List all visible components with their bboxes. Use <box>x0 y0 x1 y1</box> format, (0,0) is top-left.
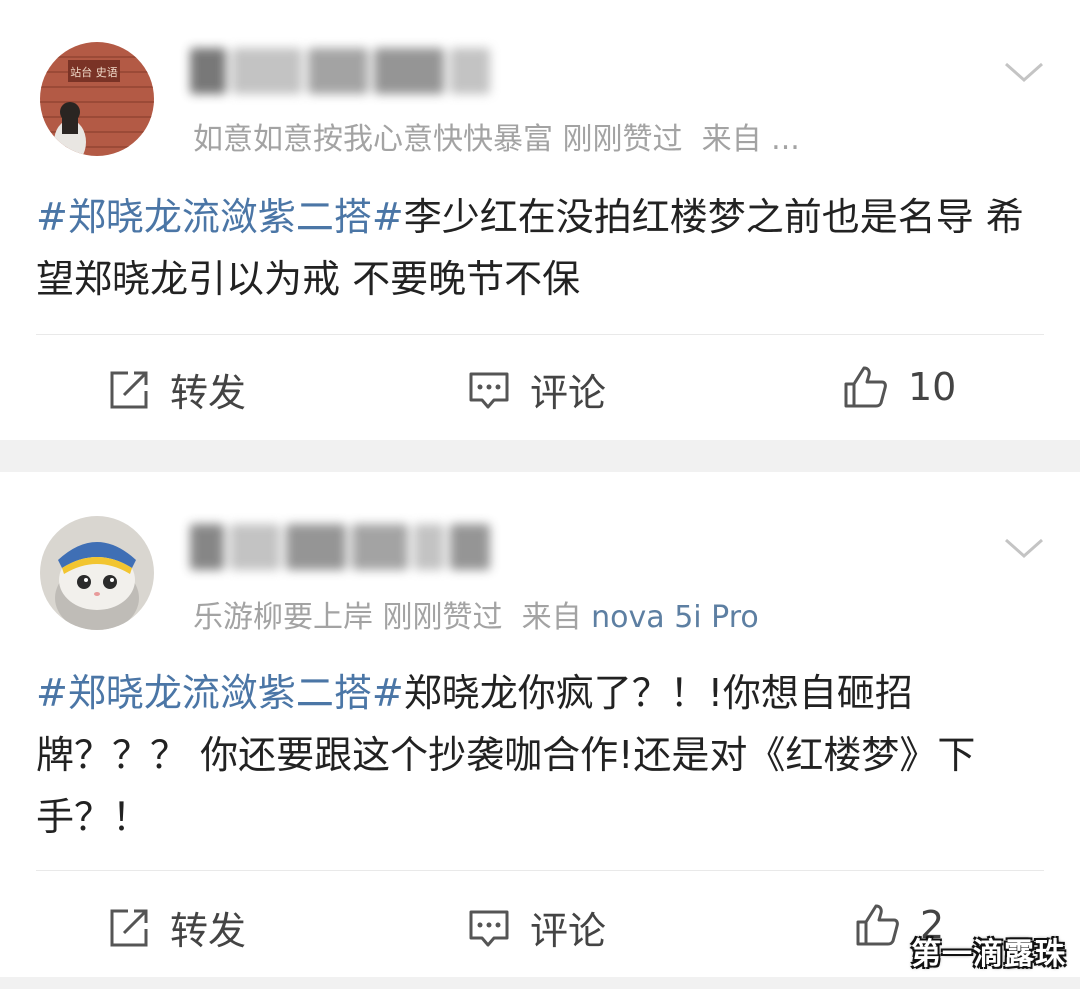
avatar[interactable]: 站台 史语 <box>40 42 154 156</box>
chevron-down-icon[interactable] <box>1002 534 1046 562</box>
thumbs-up-icon <box>844 366 887 408</box>
comment-icon <box>469 910 509 946</box>
meta-source: 来自 ... <box>701 122 800 157</box>
repost-label: 转发 <box>170 909 247 953</box>
comment-label: 评论 <box>530 909 607 953</box>
meta-username: 乐游柳要上岸 <box>193 600 373 635</box>
repost-button[interactable]: 转发 <box>106 362 246 417</box>
meta-source-device[interactable]: nova 5i Pro <box>591 600 759 635</box>
repost-icon <box>110 909 148 946</box>
thumbs-up-icon <box>856 904 899 946</box>
like-button[interactable]: 10 <box>840 362 956 412</box>
watermark: 第一滴露珠 <box>911 937 1066 972</box>
username-redacted[interactable] <box>190 48 496 94</box>
like-count: 10 <box>908 365 957 409</box>
username-redacted[interactable] <box>190 524 496 570</box>
post-meta: 如意如意按我心意快快暴富 刚刚赞过 来自 ... <box>193 114 800 158</box>
svg-text:站台 史语: 站台 史语 <box>70 65 118 79</box>
post-card: 乐游柳要上岸 刚刚赞过 来自 nova 5i Pro #郑晓龙流潋紫二搭#郑晓龙… <box>0 472 1080 977</box>
meta-username: 如意如意按我心意快快暴富 <box>193 122 553 157</box>
repost-icon <box>110 371 148 408</box>
avatar[interactable] <box>40 516 154 630</box>
topic-link[interactable]: #郑晓龙流潋紫二搭# <box>36 671 404 715</box>
post-body: #郑晓龙流潋紫二搭#李少红在没拍红楼梦之前也是名导 希望郑晓龙引以为戒 不要晚节… <box>36 186 1046 310</box>
meta-status: 刚刚赞过 <box>562 122 683 157</box>
comment-icon <box>469 372 509 408</box>
post-body: #郑晓龙流潋紫二搭#郑晓龙你疯了？！!你想自砸招牌？？？ 你还要跟这个抄袭咖合作… <box>36 662 1046 848</box>
comment-button[interactable]: 评论 <box>466 362 606 417</box>
post-card: 站台 史语 如意如意按我心意快快暴富 刚刚赞过 来自 ... #郑晓龙流潋紫二搭… <box>0 0 1080 440</box>
meta-status: 刚刚赞过 <box>382 600 503 635</box>
topic-link[interactable]: #郑晓龙流潋紫二搭# <box>36 195 404 239</box>
meta-source-label: 来自 <box>521 600 582 635</box>
repost-label: 转发 <box>170 371 247 415</box>
divider <box>36 334 1044 335</box>
chevron-down-icon[interactable] <box>1002 58 1046 86</box>
post-meta: 乐游柳要上岸 刚刚赞过 来自 nova 5i Pro <box>193 592 759 636</box>
divider <box>36 870 1044 871</box>
comment-label: 评论 <box>530 371 607 415</box>
comment-button[interactable]: 评论 <box>466 900 606 955</box>
repost-button[interactable]: 转发 <box>106 900 246 955</box>
